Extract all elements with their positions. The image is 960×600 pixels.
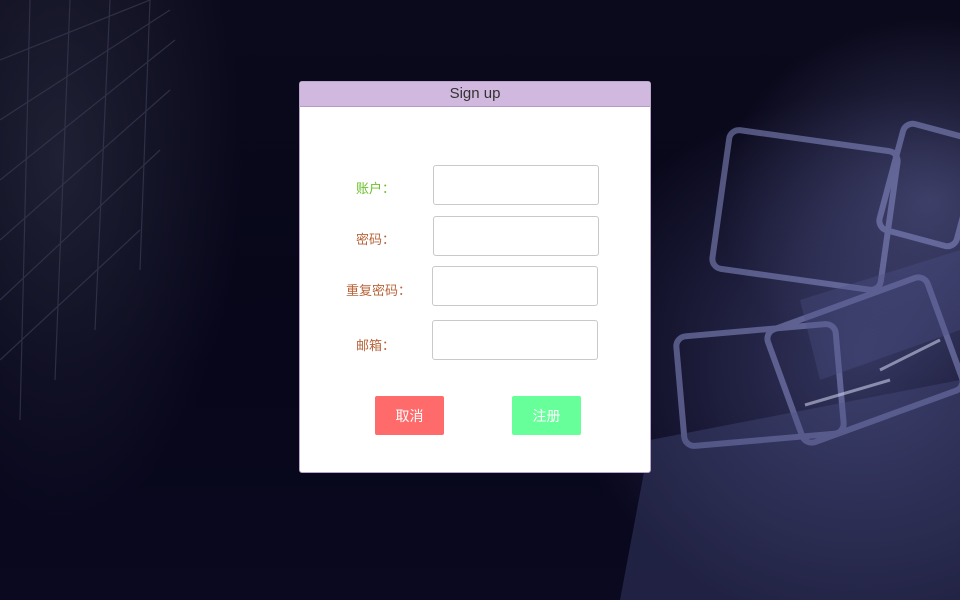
cancel-button[interactable]: 取消 [375, 396, 444, 435]
register-button[interactable]: 注册 [512, 396, 581, 435]
account-input[interactable] [433, 165, 599, 205]
password-input[interactable] [433, 216, 599, 256]
account-label: 账户： [356, 182, 396, 197]
repeat-password-label: 重复密码： [346, 284, 412, 299]
dialog-title: Sign up [300, 82, 650, 107]
password-label: 密码： [356, 233, 396, 248]
signup-dialog: Sign up 账户： 密码： 重复密码： 邮箱： 取消 注册 [299, 81, 651, 473]
email-input[interactable] [432, 320, 598, 360]
repeat-password-input[interactable] [432, 266, 598, 306]
email-label: 邮箱： [356, 339, 396, 354]
